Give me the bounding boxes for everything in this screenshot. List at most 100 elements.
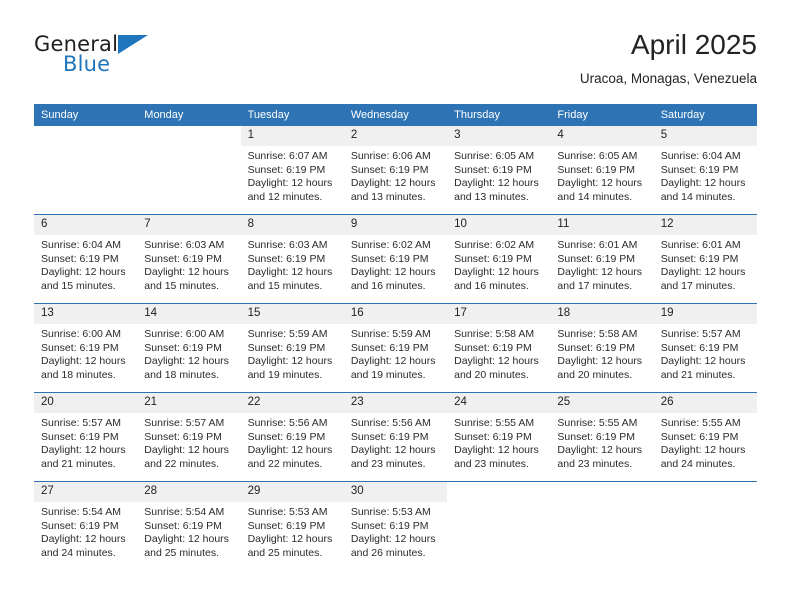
daylight-text-line1: Daylight: 12 hours — [454, 355, 539, 368]
day-number: 26 — [653, 393, 757, 413]
daylight-text-line2: and 23 minutes. — [454, 457, 529, 470]
day-details: Sunrise: 6:02 AM Sunset: 6:19 PM Daylight:… — [344, 235, 447, 293]
day-details: Sunrise: 5:55 AM Sunset: 6:19 PM Daylight:… — [550, 413, 653, 471]
day-cell: 3 Sunrise: 6:05 AM Sunset: 6:19 PM Daylight… — [447, 126, 551, 214]
sunset-text: Sunset: 6:19 PM — [454, 252, 532, 265]
calendar-cell-day-5[interactable]: 5 Sunrise: 6:04 AM Sunset: 6:19 PM Daylight… — [653, 126, 757, 215]
calendar-cell-day-28[interactable]: 28 Sunrise: 5:54 AM Sunset: 6:19 PM Dayligh… — [137, 481, 241, 570]
daylight-text-line2: and 13 minutes. — [350, 190, 426, 203]
calendar-cell-day-16[interactable]: 16 Sunrise: 5:59 AM Sunset: 6:19 PM Dayligh… — [343, 303, 448, 393]
sunset-text: Sunset: 6:19 PM — [247, 252, 326, 265]
daylight-text-line1: Daylight: 12 hours — [350, 533, 436, 546]
calendar-cell-day-18[interactable]: 18 Sunrise: 5:58 AM Sunset: 6:19 PM Dayligh… — [550, 303, 654, 393]
day-number: 6 — [34, 215, 138, 235]
sunset-text: Sunset: 6:19 PM — [454, 430, 532, 443]
day-details: Sunrise: 5:58 AM Sunset: 6:19 PM Daylight:… — [550, 324, 653, 382]
daylight-text-line1: Daylight: 12 hours — [41, 266, 126, 279]
calendar-cell-day-3[interactable]: 3 Sunrise: 6:05 AM Sunset: 6:19 PM Daylight… — [447, 126, 551, 215]
day-number — [653, 482, 757, 502]
daylight-text-line1: Daylight: 12 hours — [41, 533, 126, 546]
calendar-cell-day-8[interactable]: 8 Sunrise: 6:03 AM Sunset: 6:19 PM Daylight… — [240, 214, 344, 304]
calendar-cell-empty — [653, 481, 757, 570]
sunrise-text: Sunrise: 6:06 AM — [350, 150, 431, 162]
day-number: 18 — [550, 304, 654, 324]
calendar-cell-day-10[interactable]: 10 Sunrise: 6:02 AM Sunset: 6:19 PM Dayligh… — [447, 214, 551, 304]
day-details: Sunrise: 5:54 AM Sunset: 6:19 PM Daylight:… — [137, 502, 240, 560]
day-number: 12 — [653, 215, 757, 235]
day-number: 14 — [137, 304, 241, 324]
sunrise-text: Sunrise: 5:54 AM — [41, 506, 121, 518]
daylight-text-line2: and 22 minutes. — [144, 457, 219, 470]
sunrise-text: Sunrise: 6:05 AM — [454, 150, 535, 162]
calendar-cell-day-20[interactable]: 20 Sunrise: 5:57 AM Sunset: 6:19 PM Dayligh… — [34, 392, 138, 482]
sunset-text: Sunset: 6:19 PM — [247, 163, 326, 176]
sunset-text: Sunset: 6:19 PM — [350, 430, 429, 443]
day-cell: 28 Sunrise: 5:54 AM Sunset: 6:19 PM Dayligh… — [137, 482, 241, 570]
sunset-text: Sunset: 6:19 PM — [144, 430, 222, 443]
calendar-cell-day-30[interactable]: 30 Sunrise: 5:53 AM Sunset: 6:19 PM Dayligh… — [343, 481, 448, 570]
calendar-cell-day-11[interactable]: 11 Sunrise: 6:01 AM Sunset: 6:19 PM Dayligh… — [550, 214, 654, 304]
daylight-text-line2: and 16 minutes. — [350, 279, 426, 292]
day-number: 22 — [240, 393, 344, 413]
daylight-text-line2: and 17 minutes. — [660, 279, 736, 292]
calendar-cell-day-1[interactable]: 1 Sunrise: 6:07 AM Sunset: 6:19 PM Daylight… — [240, 126, 344, 215]
calendar-cell-day-19[interactable]: 19 Sunrise: 5:57 AM Sunset: 6:19 PM Dayligh… — [653, 303, 757, 393]
daylight-text-line2: and 17 minutes. — [557, 279, 633, 292]
sunrise-text: Sunrise: 5:53 AM — [247, 506, 328, 518]
day-details: Sunrise: 5:55 AM Sunset: 6:19 PM Daylight:… — [654, 413, 757, 471]
daylight-text-line1: Daylight: 12 hours — [660, 444, 746, 457]
calendar-cell-day-23[interactable]: 23 Sunrise: 5:56 AM Sunset: 6:19 PM Dayligh… — [343, 392, 448, 482]
calendar-cell-day-25[interactable]: 25 Sunrise: 5:55 AM Sunset: 6:19 PM Dayligh… — [550, 392, 654, 482]
calendar-cell-day-29[interactable]: 29 Sunrise: 5:53 AM Sunset: 6:19 PM Dayligh… — [240, 481, 344, 570]
page-title: April 2025 — [630, 29, 757, 60]
day-number: 20 — [34, 393, 138, 413]
sunrise-text: Sunrise: 6:07 AM — [247, 150, 328, 162]
day-cell: 4 Sunrise: 6:05 AM Sunset: 6:19 PM Daylight… — [550, 126, 654, 214]
calendar-cell-day-27[interactable]: 27 Sunrise: 5:54 AM Sunset: 6:19 PM Dayligh… — [34, 481, 138, 570]
daylight-text-line1: Daylight: 12 hours — [144, 533, 229, 546]
calendar-cell-day-2[interactable]: 2 Sunrise: 6:06 AM Sunset: 6:19 PM Daylight… — [343, 126, 448, 215]
weekday-header-sunday: Sunday — [34, 104, 138, 126]
daylight-text-line2: and 24 minutes. — [41, 546, 116, 559]
day-number — [447, 482, 551, 502]
day-details: Sunrise: 5:57 AM Sunset: 6:19 PM Daylight:… — [34, 413, 137, 471]
calendar-cell-day-26[interactable]: 26 Sunrise: 5:55 AM Sunset: 6:19 PM Dayligh… — [653, 392, 757, 482]
daylight-text-line2: and 16 minutes. — [454, 279, 529, 292]
daylight-text-line1: Daylight: 12 hours — [454, 177, 539, 190]
calendar-cell-day-14[interactable]: 14 Sunrise: 6:00 AM Sunset: 6:19 PM Dayligh… — [137, 303, 241, 393]
day-cell: 12 Sunrise: 6:01 AM Sunset: 6:19 PM Dayligh… — [653, 215, 757, 303]
calendar-cell-day-22[interactable]: 22 Sunrise: 5:56 AM Sunset: 6:19 PM Dayligh… — [240, 392, 344, 482]
day-number — [550, 482, 654, 502]
sunset-text: Sunset: 6:19 PM — [557, 341, 636, 354]
daylight-text-line1: Daylight: 12 hours — [247, 533, 333, 546]
daylight-text-line2: and 18 minutes. — [144, 368, 219, 381]
calendar-cell-day-17[interactable]: 17 Sunrise: 5:58 AM Sunset: 6:19 PM Dayligh… — [447, 303, 551, 393]
daylight-text-line1: Daylight: 12 hours — [247, 444, 333, 457]
day-details: Sunrise: 6:00 AM Sunset: 6:19 PM Daylight:… — [34, 324, 137, 382]
day-details: Sunrise: 6:03 AM Sunset: 6:19 PM Daylight:… — [137, 235, 240, 293]
calendar-cell-day-12[interactable]: 12 Sunrise: 6:01 AM Sunset: 6:19 PM Dayligh… — [653, 214, 757, 304]
weekday-header-wednesday: Wednesday — [343, 104, 448, 126]
calendar-cell-day-7[interactable]: 7 Sunrise: 6:03 AM Sunset: 6:19 PM Daylight… — [137, 214, 241, 304]
day-number: 5 — [653, 126, 757, 146]
calendar-week-row: 20 Sunrise: 5:57 AM Sunset: 6:19 PM Dayligh… — [34, 392, 757, 482]
calendar-cell-day-9[interactable]: 9 Sunrise: 6:02 AM Sunset: 6:19 PM Daylight… — [343, 214, 448, 304]
day-number: 15 — [240, 304, 344, 324]
day-number: 4 — [550, 126, 654, 146]
sunrise-text: Sunrise: 5:57 AM — [660, 328, 741, 340]
calendar-cell-day-4[interactable]: 4 Sunrise: 6:05 AM Sunset: 6:19 PM Daylight… — [550, 126, 654, 215]
sunset-text: Sunset: 6:19 PM — [41, 519, 119, 532]
daylight-text-line1: Daylight: 12 hours — [660, 177, 746, 190]
day-cell: 1 Sunrise: 6:07 AM Sunset: 6:19 PM Daylight… — [240, 126, 344, 214]
sunrise-text: Sunrise: 5:55 AM — [660, 417, 741, 429]
calendar-cell-day-15[interactable]: 15 Sunrise: 5:59 AM Sunset: 6:19 PM Dayligh… — [240, 303, 344, 393]
general-blue-logo[interactable]: General Blue — [34, 32, 164, 84]
calendar-cell-day-6[interactable]: 6 Sunrise: 6:04 AM Sunset: 6:19 PM Daylight… — [34, 214, 138, 304]
calendar-cell-day-21[interactable]: 21 Sunrise: 5:57 AM Sunset: 6:19 PM Dayligh… — [137, 392, 241, 482]
calendar-cell-day-13[interactable]: 13 Sunrise: 6:00 AM Sunset: 6:19 PM Dayligh… — [34, 303, 138, 393]
calendar-cell-day-24[interactable]: 24 Sunrise: 5:55 AM Sunset: 6:19 PM Dayligh… — [447, 392, 551, 482]
daylight-text-line2: and 21 minutes. — [41, 457, 116, 470]
day-number: 17 — [447, 304, 551, 324]
logo-text-blue: Blue — [63, 52, 111, 76]
daylight-text-line2: and 20 minutes. — [454, 368, 529, 381]
